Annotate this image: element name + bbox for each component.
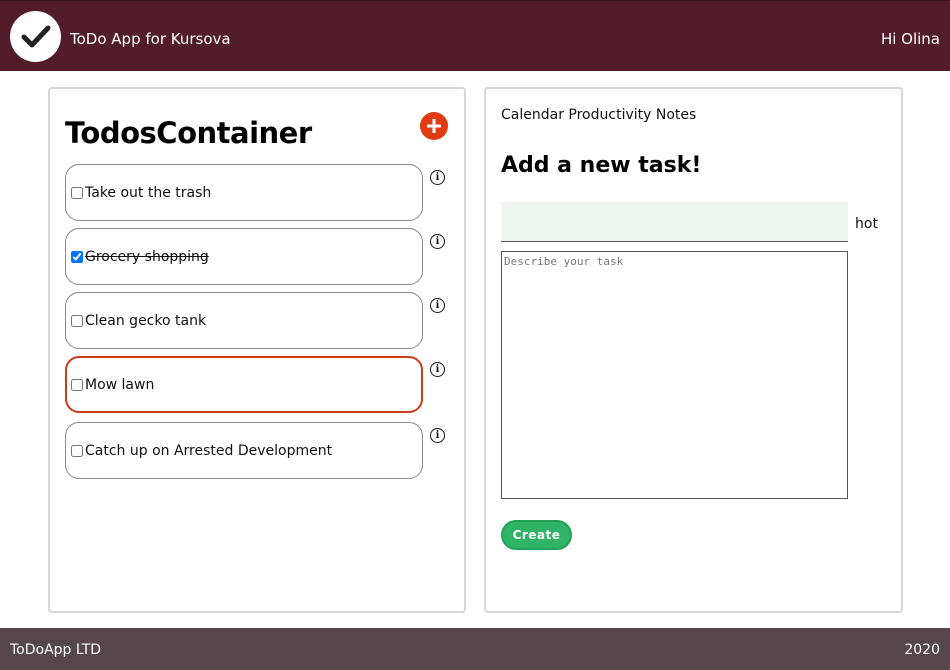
todo-label: Mow lawn — [85, 376, 155, 393]
todo-checkbox[interactable] — [71, 444, 83, 457]
task-title-input[interactable] — [501, 202, 848, 242]
todo-label: Clean gecko tank — [85, 312, 207, 329]
add-todo-button[interactable] — [420, 112, 448, 140]
app-footer: ToDoApp LTD 2020 — [0, 628, 950, 670]
app-header: ToDo App for Kursova Hi Olina — [0, 0, 950, 71]
task-form-panel: Calendar Productivity Notes Add a new ta… — [484, 87, 903, 613]
todo-item[interactable]: Clean gecko tank — [65, 292, 423, 349]
create-button[interactable]: Create — [501, 520, 572, 550]
info-icon[interactable]: i — [430, 170, 445, 185]
app-title: ToDo App for Kursova — [70, 30, 231, 48]
tab-productivity[interactable]: Productivity — [568, 107, 651, 123]
info-icon[interactable]: i — [430, 234, 445, 249]
tab-calendar[interactable]: Calendar — [501, 107, 564, 123]
todo-checkbox[interactable] — [71, 186, 83, 199]
tab-notes[interactable]: Notes — [656, 107, 696, 123]
view-tabs: Calendar Productivity Notes — [501, 107, 696, 123]
form-title: Add a new task! — [501, 153, 702, 178]
info-icon[interactable]: i — [430, 428, 445, 443]
todo-checkbox[interactable] — [71, 314, 83, 327]
company-name: ToDoApp LTD — [10, 642, 102, 658]
todo-checkbox[interactable] — [71, 378, 83, 391]
task-description-input[interactable] — [501, 251, 848, 499]
todo-checkbox[interactable] — [71, 250, 83, 263]
todo-label: Grocery shopping — [85, 248, 209, 265]
plus-icon — [427, 119, 441, 133]
info-icon[interactable]: i — [430, 362, 445, 377]
todo-label: Catch up on Arrested Development — [85, 442, 333, 459]
hot-label: hot — [855, 216, 878, 232]
todo-item[interactable]: Catch up on Arrested Development — [65, 422, 423, 479]
todo-label: Take out the trash — [85, 184, 212, 201]
checkmark-logo-icon — [10, 11, 61, 62]
todos-container: TodosContainer Take out the trash i Groc… — [48, 87, 466, 613]
user-greeting: Hi Olina — [880, 30, 940, 48]
info-icon[interactable]: i — [430, 298, 445, 313]
footer-year: 2020 — [904, 642, 940, 658]
todos-title: TodosContainer — [65, 116, 312, 150]
todo-item[interactable]: Grocery shopping — [65, 228, 423, 285]
todo-item-selected[interactable]: Mow lawn — [65, 356, 423, 413]
todo-item[interactable]: Take out the trash — [65, 164, 423, 221]
